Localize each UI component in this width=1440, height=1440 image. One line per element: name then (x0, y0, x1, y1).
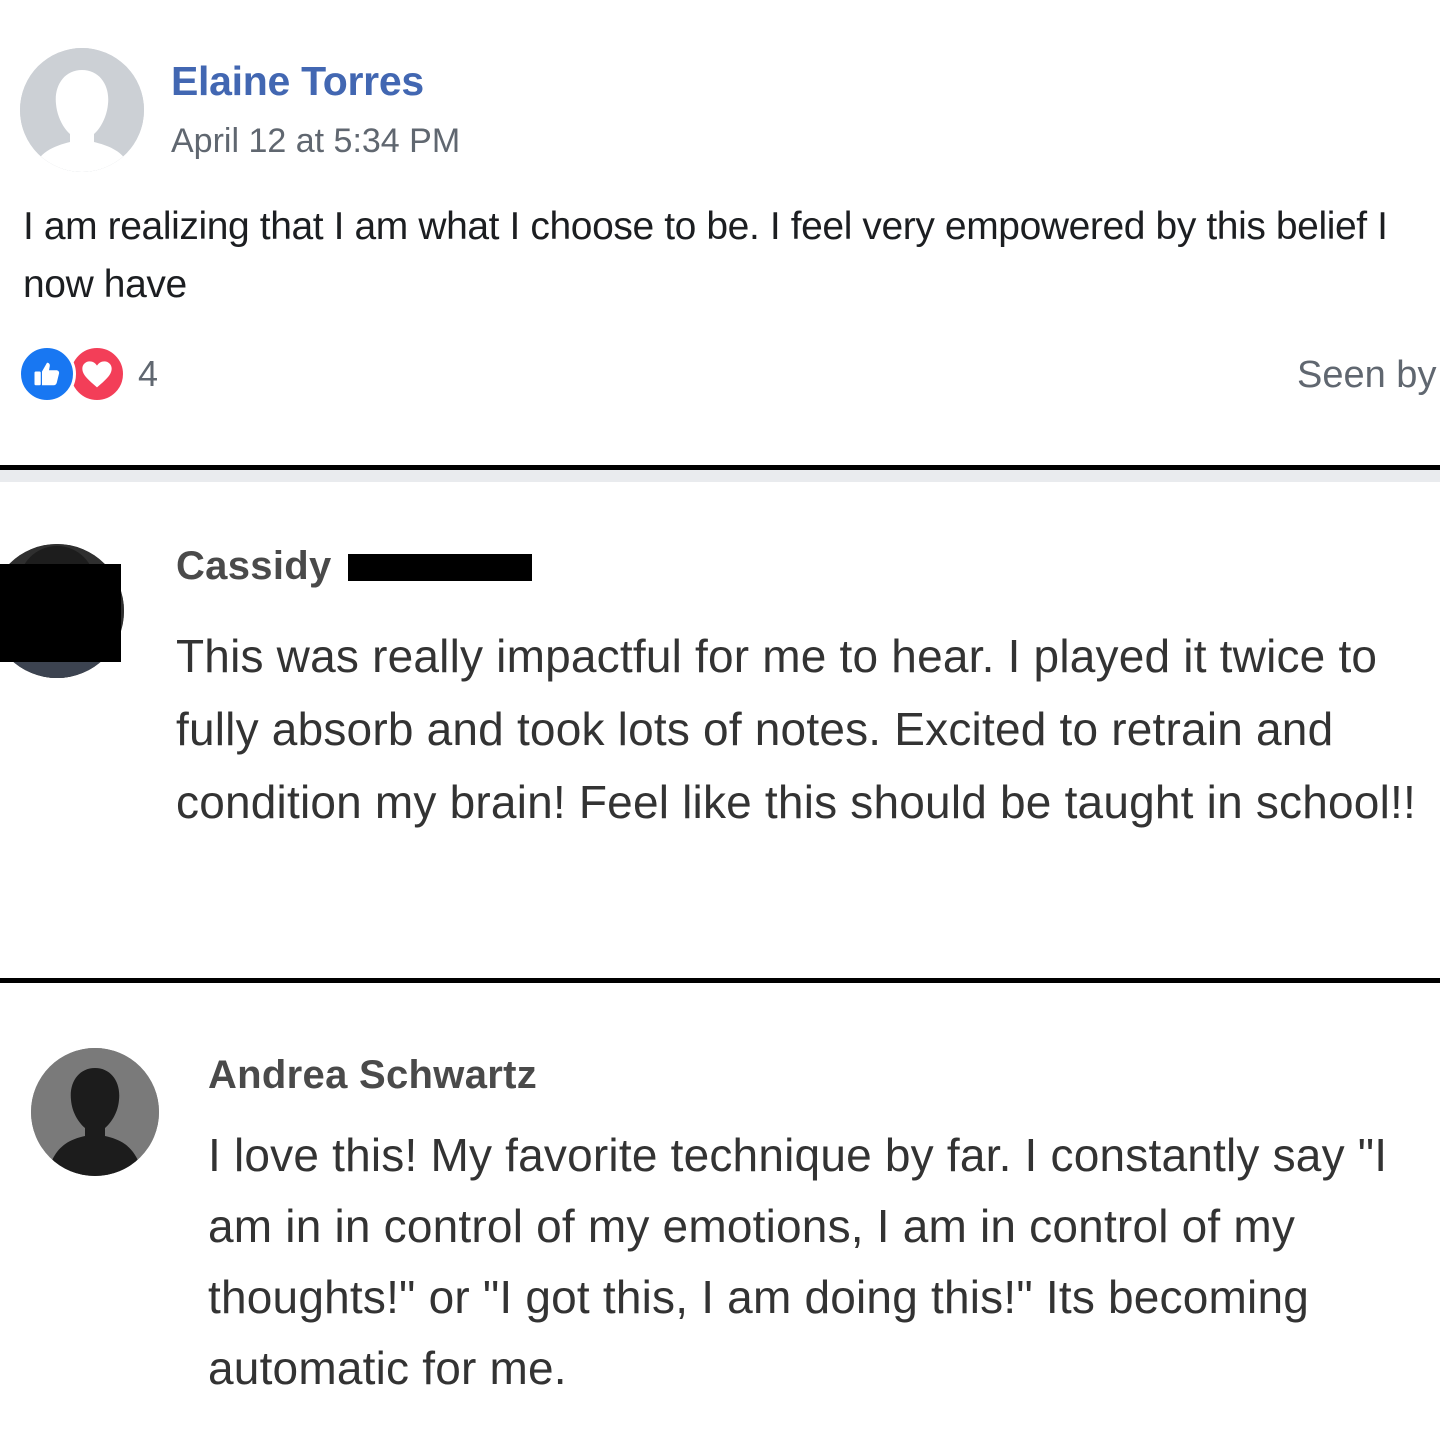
divider (0, 470, 1440, 482)
default-profile-icon (20, 48, 144, 172)
comment-text: I love this! My favorite technique by fa… (208, 1129, 1388, 1394)
avatar[interactable] (31, 1048, 159, 1176)
love-icon (68, 345, 126, 403)
comment-item: Andrea Schwartz I love this! My favorite… (0, 983, 1440, 1440)
comment-author-name[interactable]: Cassidy (176, 544, 332, 589)
avatar[interactable] (20, 48, 144, 172)
comment-item: Cassidy This was really impactful for me… (0, 482, 1440, 978)
reaction-count: 4 (138, 353, 159, 394)
post-text: I am realizing that I am what I choose t… (23, 205, 1388, 306)
post-timestamp[interactable]: April 12 at 5:34 PM (171, 122, 460, 161)
comment-text: This was really impactful for me to hear… (176, 630, 1416, 828)
comment-author-name[interactable]: Andrea Schwartz (208, 1053, 537, 1098)
redaction-bar (348, 554, 532, 581)
post-author-name[interactable]: Elaine Torres (171, 58, 424, 105)
post-card: Elaine Torres April 12 at 5:34 PM I am r… (0, 0, 1440, 468)
default-profile-icon (31, 1048, 159, 1176)
seen-by-link[interactable]: Seen by (1297, 354, 1436, 397)
reactions-summary[interactable]: 4 (18, 344, 158, 404)
like-icon (18, 345, 76, 403)
redaction-box (0, 564, 121, 662)
